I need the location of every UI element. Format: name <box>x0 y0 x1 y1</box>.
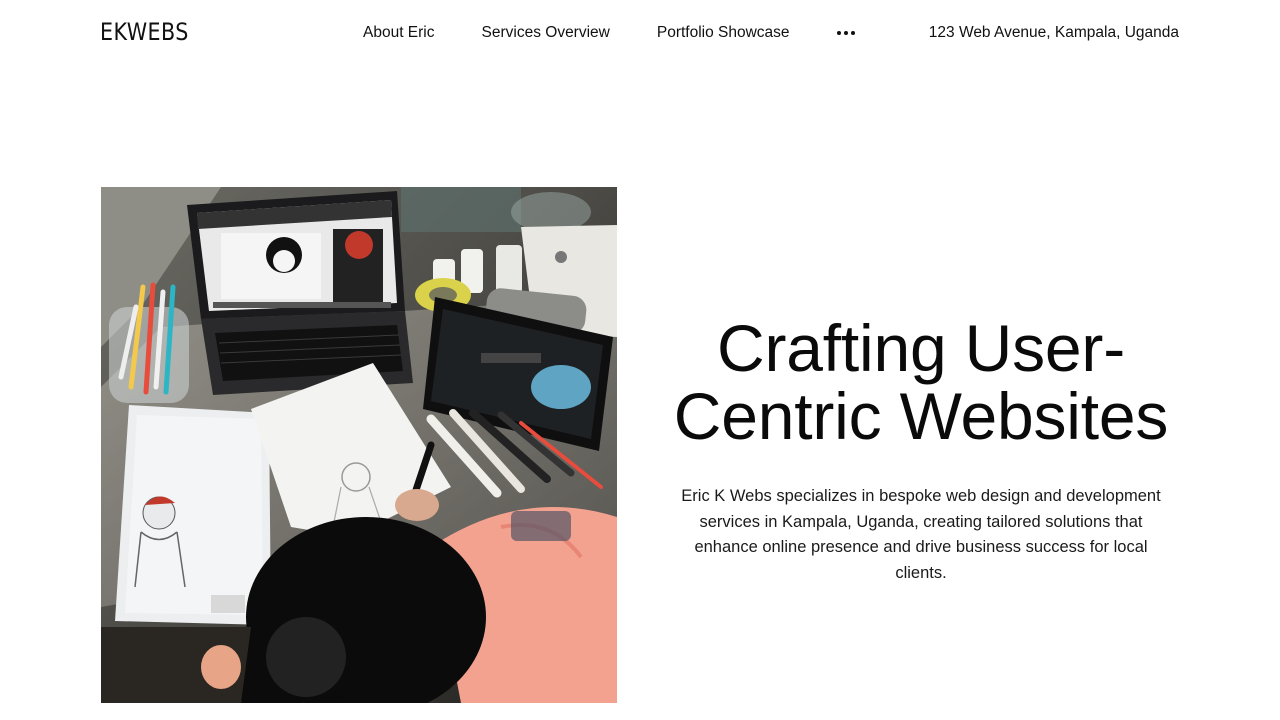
site-logo[interactable]: EKWEBS <box>100 18 189 46</box>
nav-link-services-overview[interactable]: Services Overview <box>482 24 610 42</box>
more-horizontal-icon[interactable] <box>836 24 855 42</box>
header-address: 123 Web Avenue, Kampala, Uganda <box>928 24 1179 41</box>
hero-title: Crafting User-Centric Websites <box>673 311 1169 453</box>
site-header: EKWEBS About Eric Services Overview Port… <box>0 0 1280 66</box>
main-nav: About Eric Services Overview Portfolio S… <box>363 24 855 42</box>
hero-section: Crafting User-Centric Websites Eric K We… <box>660 314 1182 586</box>
nav-link-about-eric[interactable]: About Eric <box>363 24 435 42</box>
hero-description: Eric K Webs specializes in bespoke web d… <box>681 487 1161 582</box>
hero-image <box>101 187 617 703</box>
nav-link-portfolio-showcase[interactable]: Portfolio Showcase <box>657 24 790 42</box>
